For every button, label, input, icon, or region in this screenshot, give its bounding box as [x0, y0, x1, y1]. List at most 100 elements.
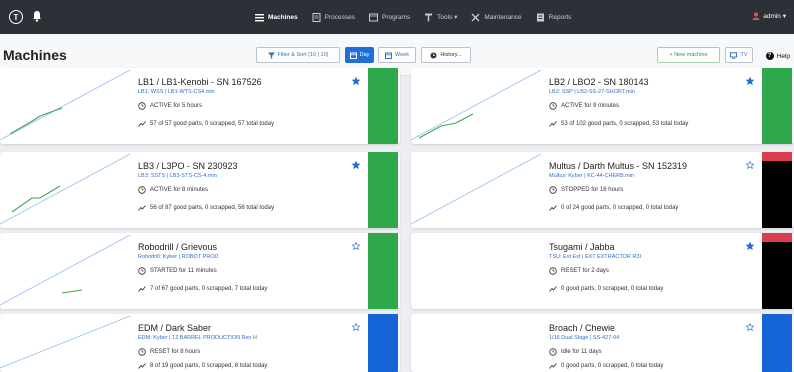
parts-text: 56 of 87 good parts, 0 scrapped, 56 tota… [150, 205, 275, 211]
target-line [0, 153, 131, 225]
machine-program-link[interactable]: TSU: Ext Ext | EXT EXTRACTOR R3I [549, 254, 641, 260]
machine-card[interactable]: Multus / Darth Multus - SN 152319 Multus:… [411, 152, 794, 228]
filter-sort-button[interactable]: Filter & Sort (10 | 10) [256, 47, 340, 63]
trend-icon [138, 205, 146, 211]
machine-status: STOPPED for 16 hours [549, 186, 623, 194]
machine-program-link[interactable]: LB2: SSP | LB2-SS-27-SHORT.min [549, 89, 635, 95]
nav-item-label: Machines [268, 13, 298, 21]
machine-status: ACTIVE for 5 hours [138, 102, 202, 110]
parts-summary: 8 of 19 good parts, 0 scrapped, 8 total … [138, 362, 267, 370]
star-outline-icon[interactable] [352, 242, 360, 250]
machine-program-link[interactable]: Multus: Kyber | KC-44-CHERB.min [549, 173, 634, 179]
production-sparkline [0, 234, 131, 306]
machine-program-link[interactable]: Robodrill: Kyber | ROBOT PROD [138, 254, 219, 260]
week-button[interactable]: Week [378, 47, 416, 63]
clock-icon [138, 186, 146, 194]
trend-icon [549, 205, 557, 211]
nav-item-label: Reports [548, 13, 572, 21]
machine-card[interactable]: LB1 / LB1-Kenobi - SN 167526 LB1: WSS | L… [0, 68, 400, 144]
machine-card[interactable]: Robodrill / Grievous Robodrill: Kyber | R… [0, 233, 400, 309]
nav-item-maintenance[interactable]: Maintenance [471, 13, 522, 22]
parts-text: 57 of 57 good parts, 0 scrapped, 57 tota… [150, 121, 275, 127]
nav-item-machines[interactable]: Machines [255, 13, 298, 22]
machine-card[interactable]: Tsugami / Jabba TSU: Ext Ext | EXT EXTRAC… [411, 233, 794, 309]
trend-icon [138, 121, 146, 127]
machine-card[interactable]: LB2 / LBO2 - SN 180143 LB2: SSP | LB2-SS-… [411, 68, 794, 144]
tv-label: TV [740, 52, 748, 58]
trend-icon [549, 286, 557, 292]
production-sparkline [0, 69, 131, 141]
new-machine-button[interactable]: + New machine [657, 47, 720, 63]
day-button[interactable]: Day [345, 47, 374, 63]
status-color-bar [368, 314, 398, 372]
clock-icon [138, 348, 146, 356]
filter-sort-label: Filter & Sort (10 | 10) [277, 52, 329, 58]
star-outline-icon[interactable] [746, 323, 754, 331]
nav-item-processes[interactable]: Processes [312, 12, 355, 22]
parts-summary: 53 of 102 good parts, 0 scrapped, 53 tot… [549, 120, 688, 128]
nav-item-programs[interactable]: Programs [368, 13, 410, 22]
status-text: Idle for 11 days [561, 349, 602, 355]
star-filled-icon[interactable] [352, 161, 360, 169]
machine-program-link[interactable]: EDM: Kyber | 12 BARREL PRODUCTION Rev H [138, 335, 257, 341]
status-text: STOPPED for 16 hours [561, 187, 624, 193]
status-text: ACTIVE for 8 minutes [150, 187, 209, 193]
machine-status: ACTIVE for 8 minutes [138, 186, 208, 194]
production-sparkline [411, 314, 543, 372]
machine-status: RESET for 2 days [549, 267, 609, 275]
star-filled-icon[interactable] [746, 242, 754, 250]
target-line [0, 69, 131, 141]
actual-line [11, 185, 61, 213]
star-filled-icon[interactable] [746, 77, 754, 85]
machine-title: Broach / Chewie [549, 323, 616, 333]
status-color-bar [762, 314, 792, 372]
clock-icon [549, 348, 557, 356]
machine-program-link[interactable]: 1/16 Dual Stage | SS-427-04 [549, 335, 619, 341]
calendar-icon [349, 52, 357, 59]
machine-title: EDM / Dark Saber [138, 323, 212, 333]
production-sparkline [411, 153, 542, 225]
machine-program-link[interactable]: LB1: WSS | LB1-WTS-CS4.min [138, 89, 215, 95]
code-icon [368, 13, 378, 21]
nav-item-reports[interactable]: Reports [536, 13, 572, 22]
star-filled-icon[interactable] [352, 77, 360, 85]
parts-summary: 56 of 87 good parts, 0 scrapped, 56 tota… [138, 204, 274, 212]
nav-item-tools[interactable]: Tools ▾ [424, 13, 457, 22]
nav-item-label: Processes [324, 13, 355, 21]
trend-icon [138, 363, 146, 369]
history-button[interactable]: History... [421, 47, 471, 63]
list-icon [255, 13, 264, 21]
machine-card[interactable]: Broach / Chewie 1/16 Dual Stage | SS-427-… [411, 314, 794, 372]
status-text: STARTED for 11 minutes [150, 268, 217, 274]
user-menu[interactable]: admin ▾ [752, 12, 786, 20]
page-title: Machines [3, 47, 67, 63]
nav-item-label: Maintenance [484, 13, 522, 21]
nav-item-label: Tools ▾ [437, 14, 458, 21]
top-navbar: T Machines Processes Programs Tools ▾ Ma… [0, 0, 794, 34]
bell-icon[interactable] [32, 10, 42, 22]
target-line [0, 315, 131, 369]
star-outline-icon[interactable] [746, 161, 754, 169]
app-logo[interactable]: T [9, 10, 23, 24]
machine-title: Multus / Darth Multus - SN 152319 [549, 161, 688, 171]
tool-icon [425, 13, 433, 21]
trend-icon [549, 121, 557, 127]
parts-summary: 0 good parts, 0 scrapped, 0 total today [549, 285, 663, 293]
star-outline-icon[interactable] [352, 323, 360, 331]
wrench-icon [471, 13, 480, 21]
machine-card[interactable]: EDM / Dark Saber EDM: Kyber | 12 BARREL P… [0, 314, 400, 372]
parts-summary: 0 good parts, 0 scrapped, 0 total today [549, 362, 663, 370]
target-line [411, 153, 542, 225]
machine-card[interactable]: LB3 / L3PO - SN 230923 LB3: SSTS | LB3-ST… [0, 152, 400, 228]
filter-icon [267, 52, 275, 58]
tv-button[interactable]: TV [725, 47, 753, 63]
machine-status: RESET for 8 hours [138, 348, 200, 356]
actual-line [418, 113, 474, 139]
machine-program-link[interactable]: LB3: SSTS | LB3-STS-CS-4.min [138, 173, 217, 179]
help-button[interactable]: ? Help [765, 52, 790, 60]
status-text: ACTIVE for 9 minutes [561, 103, 620, 109]
alarm-indicator [762, 233, 792, 242]
parts-text: 0 of 24 good parts, 0 scrapped, 0 total … [561, 205, 679, 211]
day-label: Day [359, 52, 370, 58]
clock-icon [549, 186, 557, 194]
